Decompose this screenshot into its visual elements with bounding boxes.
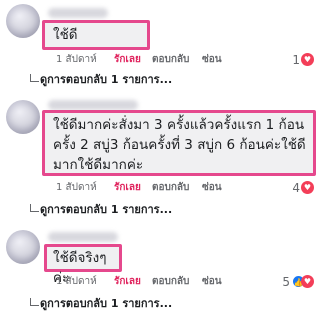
comment-text-line-1: ใช้ดีมากค่ะสั่งมา 3 ครั้งแล้วครั้งแรก 1 … bbox=[53, 117, 305, 133]
reaction-summary[interactable]: 5 👍 ♥ bbox=[270, 274, 314, 290]
reply-link[interactable]: ตอบกลับ bbox=[152, 180, 189, 196]
heart-icon: ♥ bbox=[301, 181, 314, 194]
comment-bubble: ใช้ดีจริงๆค่ะ bbox=[44, 244, 122, 286]
comment-time: 1 สัปดาห์ bbox=[56, 54, 97, 65]
comment-time: 1 สัปดาห์ bbox=[56, 182, 97, 193]
reply-arrow-icon bbox=[30, 298, 39, 306]
hide-link[interactable]: ซ่อน bbox=[202, 52, 222, 68]
heart-icon: ♥ bbox=[301, 275, 314, 288]
view-replies-link[interactable]: ดูการตอบกลับ 1 รายการ... bbox=[40, 72, 172, 88]
reaction-count: 4 bbox=[292, 181, 300, 195]
reply-arrow-icon bbox=[30, 74, 39, 82]
reaction-summary[interactable]: 1 ♥ bbox=[270, 52, 314, 68]
avatar[interactable] bbox=[6, 100, 40, 134]
heart-icon: ♥ bbox=[301, 53, 314, 66]
avatar[interactable] bbox=[6, 4, 40, 38]
commenter-name-blurred bbox=[48, 100, 138, 110]
reaction-summary[interactable]: 4 ♥ bbox=[270, 180, 314, 196]
love-reaction-link[interactable]: รักเลย bbox=[114, 52, 141, 68]
reaction-count: 1 bbox=[292, 53, 300, 67]
comment-text-line-2: ครั้ง 2 สบู่3 ก้อนครั้งที่ 3 สบู่ก 6 ก้อ… bbox=[53, 137, 306, 153]
comment-text: ใช้ดี bbox=[53, 27, 78, 43]
hide-link[interactable]: ซ่อน bbox=[202, 180, 222, 196]
reply-arrow-icon bbox=[30, 204, 39, 212]
love-reaction-link[interactable]: รักเลย bbox=[114, 180, 141, 196]
comment-text-line-3: มากใช้ดีมากค่ะ bbox=[53, 157, 144, 173]
comment-bubble: ใช้ดี bbox=[42, 20, 150, 50]
hide-link[interactable]: ซ่อน bbox=[202, 274, 222, 290]
comment-time: 1 สัปดาห์ bbox=[56, 276, 97, 287]
comment-bubble: ใช้ดีมากค่ะสั่งมา 3 ครั้งแล้วครั้งแรก 1 … bbox=[42, 110, 316, 176]
love-reaction-link[interactable]: รักเลย bbox=[114, 274, 141, 290]
reply-link[interactable]: ตอบกลับ bbox=[152, 52, 189, 68]
view-replies-link[interactable]: ดูการตอบกลับ 1 รายการ... bbox=[40, 202, 172, 218]
avatar[interactable] bbox=[6, 230, 40, 264]
reply-link[interactable]: ตอบกลับ bbox=[152, 274, 189, 290]
commenter-name-blurred bbox=[48, 232, 118, 242]
commenter-name-blurred bbox=[48, 8, 108, 18]
view-replies-link[interactable]: ดูการตอบกลับ 1 รายการ... bbox=[40, 296, 172, 312]
reaction-count: 5 bbox=[282, 275, 290, 289]
